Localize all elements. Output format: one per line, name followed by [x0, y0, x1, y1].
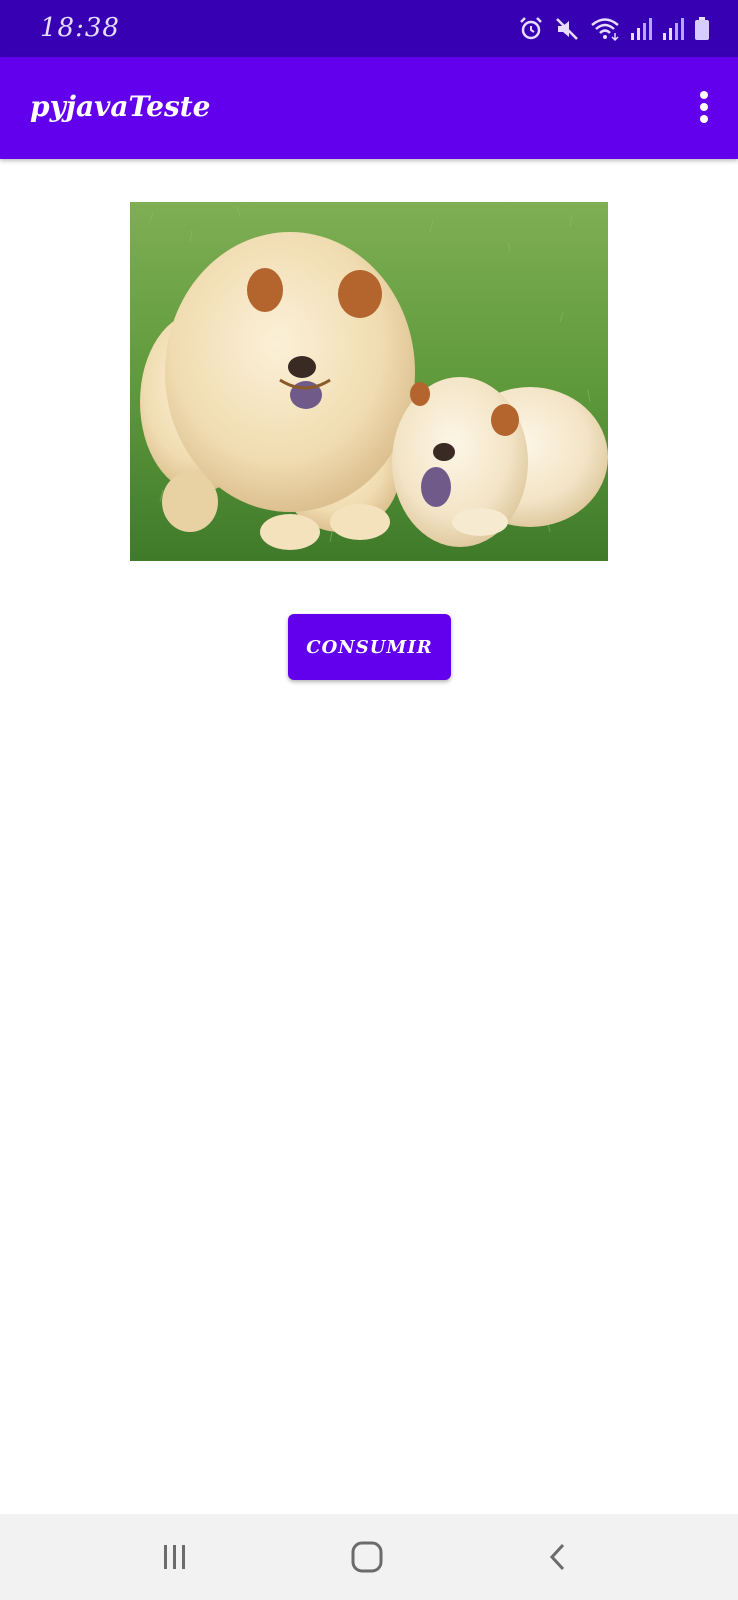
home-button[interactable] — [342, 1534, 392, 1580]
overflow-menu-icon[interactable] — [692, 87, 716, 127]
signal-icon — [663, 18, 684, 40]
app-bar: pyjavaTeste — [0, 57, 738, 159]
status-time: 18:38 — [40, 13, 120, 43]
dogs-photo — [130, 202, 608, 561]
app-title: pyjavaTeste — [30, 90, 211, 123]
status-icons — [518, 14, 710, 44]
nav-bar — [0, 1514, 738, 1600]
status-bar: 18:38 — [0, 0, 738, 57]
alarm-icon — [520, 17, 542, 40]
back-button[interactable] — [533, 1534, 583, 1580]
mute-icon — [556, 18, 578, 40]
recent-apps-button[interactable] — [150, 1534, 200, 1580]
recent-apps-icon — [164, 1545, 185, 1569]
consume-button[interactable]: CONSUMIR — [288, 614, 451, 680]
home-icon — [351, 1541, 383, 1573]
signal-icon — [631, 18, 652, 40]
battery-icon — [695, 17, 709, 40]
back-icon — [549, 1543, 565, 1571]
wifi-icon — [591, 18, 619, 42]
